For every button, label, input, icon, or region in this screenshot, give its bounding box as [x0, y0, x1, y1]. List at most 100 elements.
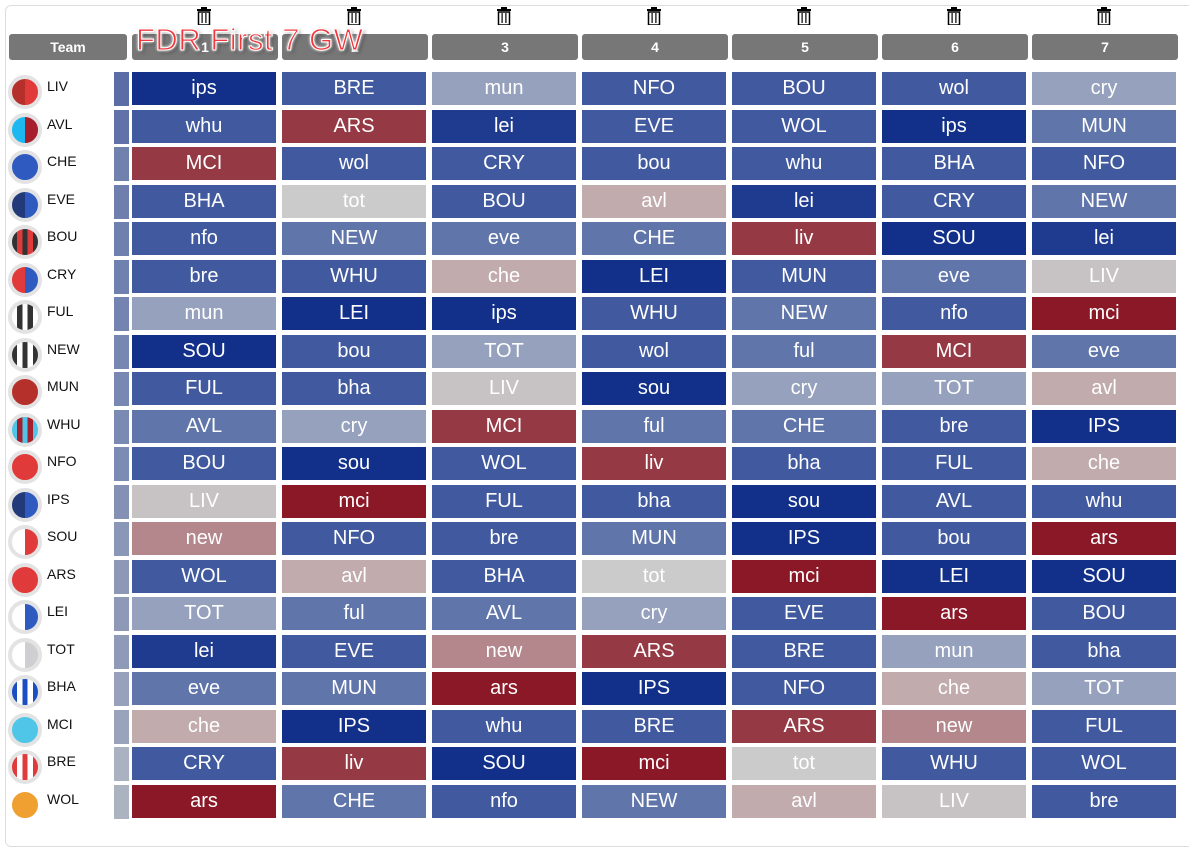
- fixture-cell[interactable]: ips: [882, 109, 1026, 143]
- fixture-cell[interactable]: cry: [1032, 72, 1176, 105]
- fixture-cell[interactable]: wol: [582, 334, 726, 368]
- fixture-cell[interactable]: IPS: [732, 522, 876, 555]
- fixture-cell[interactable]: wol: [882, 72, 1026, 105]
- fixture-cell[interactable]: LEI: [282, 297, 426, 330]
- trash-icon[interactable]: [644, 7, 664, 27]
- fixture-cell[interactable]: MUN: [732, 259, 876, 293]
- fixture-cell[interactable]: FUL: [1032, 709, 1176, 743]
- fixture-cell[interactable]: SOU: [132, 334, 276, 368]
- fixture-cell[interactable]: NFO: [732, 672, 876, 705]
- fixture-cell[interactable]: CRY: [882, 184, 1026, 218]
- fixture-cell[interactable]: EVE: [282, 634, 426, 668]
- fixture-cell[interactable]: che: [1032, 447, 1176, 480]
- fixture-cell[interactable]: TOT: [882, 372, 1026, 405]
- fixture-cell[interactable]: LEI: [882, 559, 1026, 593]
- fixture-cell[interactable]: CHE: [732, 409, 876, 443]
- fixture-cell[interactable]: whu: [132, 109, 276, 143]
- fixture-cell[interactable]: FUL: [132, 372, 276, 405]
- fixture-cell[interactable]: LIV: [132, 484, 276, 518]
- fixture-cell[interactable]: mci: [732, 559, 876, 593]
- fixture-cell[interactable]: ars: [882, 597, 1026, 630]
- fixture-cell[interactable]: nfo: [132, 222, 276, 255]
- fixture-cell[interactable]: ars: [1032, 522, 1176, 555]
- fixture-cell[interactable]: SOU: [432, 747, 576, 780]
- fixture-cell[interactable]: BOU: [732, 72, 876, 105]
- fixture-cell[interactable]: new: [882, 709, 1026, 743]
- fixture-cell[interactable]: ips: [432, 297, 576, 330]
- fixture-cell[interactable]: TOT: [1032, 672, 1176, 705]
- fixture-cell[interactable]: BOU: [132, 447, 276, 480]
- fixture-cell[interactable]: che: [432, 259, 576, 293]
- trash-icon[interactable]: [1094, 7, 1114, 27]
- fixture-cell[interactable]: mci: [1032, 297, 1176, 330]
- gameweek-header-4[interactable]: 4: [582, 34, 728, 60]
- fixture-cell[interactable]: TOT: [132, 597, 276, 630]
- fixture-cell[interactable]: new: [132, 522, 276, 555]
- fixture-cell[interactable]: eve: [432, 222, 576, 255]
- fixture-cell[interactable]: bou: [882, 522, 1026, 555]
- fixture-cell[interactable]: mun: [132, 297, 276, 330]
- fixture-cell[interactable]: IPS: [582, 672, 726, 705]
- fixture-cell[interactable]: SOU: [1032, 559, 1176, 593]
- fixture-cell[interactable]: ARS: [732, 709, 876, 743]
- fixture-cell[interactable]: lei: [732, 184, 876, 218]
- fixture-cell[interactable]: bou: [282, 334, 426, 368]
- fixture-cell[interactable]: bre: [882, 409, 1026, 443]
- fixture-cell[interactable]: BHA: [132, 184, 276, 218]
- fixture-cell[interactable]: mci: [582, 747, 726, 780]
- fixture-cell[interactable]: BHA: [432, 559, 576, 593]
- fixture-cell[interactable]: WHU: [582, 297, 726, 330]
- fixture-cell[interactable]: bre: [1032, 784, 1176, 818]
- fixture-cell[interactable]: new: [432, 634, 576, 668]
- fixture-cell[interactable]: bre: [132, 259, 276, 293]
- fixture-cell[interactable]: ful: [732, 334, 876, 368]
- fixture-cell[interactable]: whu: [432, 709, 576, 743]
- fixture-cell[interactable]: mci: [282, 484, 426, 518]
- fixture-cell[interactable]: eve: [1032, 334, 1176, 368]
- trash-icon[interactable]: [794, 7, 814, 27]
- fixture-cell[interactable]: WHU: [882, 747, 1026, 780]
- fixture-cell[interactable]: BRE: [732, 634, 876, 668]
- fixture-cell[interactable]: BRE: [282, 72, 426, 105]
- gameweek-header-5[interactable]: 5: [732, 34, 878, 60]
- fixture-cell[interactable]: SOU: [882, 222, 1026, 255]
- fixture-cell[interactable]: bou: [582, 147, 726, 180]
- fixture-cell[interactable]: NEW: [282, 222, 426, 255]
- fixture-cell[interactable]: NFO: [582, 72, 726, 105]
- fixture-cell[interactable]: liv: [582, 447, 726, 480]
- fixture-cell[interactable]: eve: [882, 259, 1026, 293]
- fixture-cell[interactable]: CRY: [432, 147, 576, 180]
- fixture-cell[interactable]: BRE: [582, 709, 726, 743]
- fixture-cell[interactable]: BOU: [1032, 597, 1176, 630]
- fixture-cell[interactable]: NFO: [1032, 147, 1176, 180]
- fixture-cell[interactable]: whu: [732, 147, 876, 180]
- fixture-cell[interactable]: LIV: [1032, 259, 1176, 293]
- trash-icon[interactable]: [944, 7, 964, 27]
- fixture-cell[interactable]: che: [882, 672, 1026, 705]
- trash-icon[interactable]: [494, 7, 514, 27]
- fixture-cell[interactable]: CRY: [132, 747, 276, 780]
- fixture-cell[interactable]: bha: [282, 372, 426, 405]
- fixture-cell[interactable]: ars: [432, 672, 576, 705]
- fixture-cell[interactable]: EVE: [582, 109, 726, 143]
- fixture-cell[interactable]: avl: [732, 784, 876, 818]
- fixture-cell[interactable]: LEI: [582, 259, 726, 293]
- fixture-cell[interactable]: liv: [732, 222, 876, 255]
- gameweek-header-7[interactable]: 7: [1032, 34, 1178, 60]
- fixture-cell[interactable]: ful: [582, 409, 726, 443]
- fixture-cell[interactable]: ARS: [282, 109, 426, 143]
- fixture-cell[interactable]: MUN: [1032, 109, 1176, 143]
- fixture-cell[interactable]: nfo: [882, 297, 1026, 330]
- fixture-cell[interactable]: tot: [282, 184, 426, 218]
- fixture-cell[interactable]: FUL: [882, 447, 1026, 480]
- fixture-cell[interactable]: whu: [1032, 484, 1176, 518]
- fixture-cell[interactable]: lei: [432, 109, 576, 143]
- fixture-cell[interactable]: IPS: [282, 709, 426, 743]
- gameweek-header-6[interactable]: 6: [882, 34, 1028, 60]
- gameweek-header-3[interactable]: 3: [432, 34, 578, 60]
- fixture-cell[interactable]: MCI: [132, 147, 276, 180]
- fixture-cell[interactable]: lei: [132, 634, 276, 668]
- fixture-cell[interactable]: WOL: [1032, 747, 1176, 780]
- fixture-cell[interactable]: MCI: [882, 334, 1026, 368]
- fixture-cell[interactable]: FUL: [432, 484, 576, 518]
